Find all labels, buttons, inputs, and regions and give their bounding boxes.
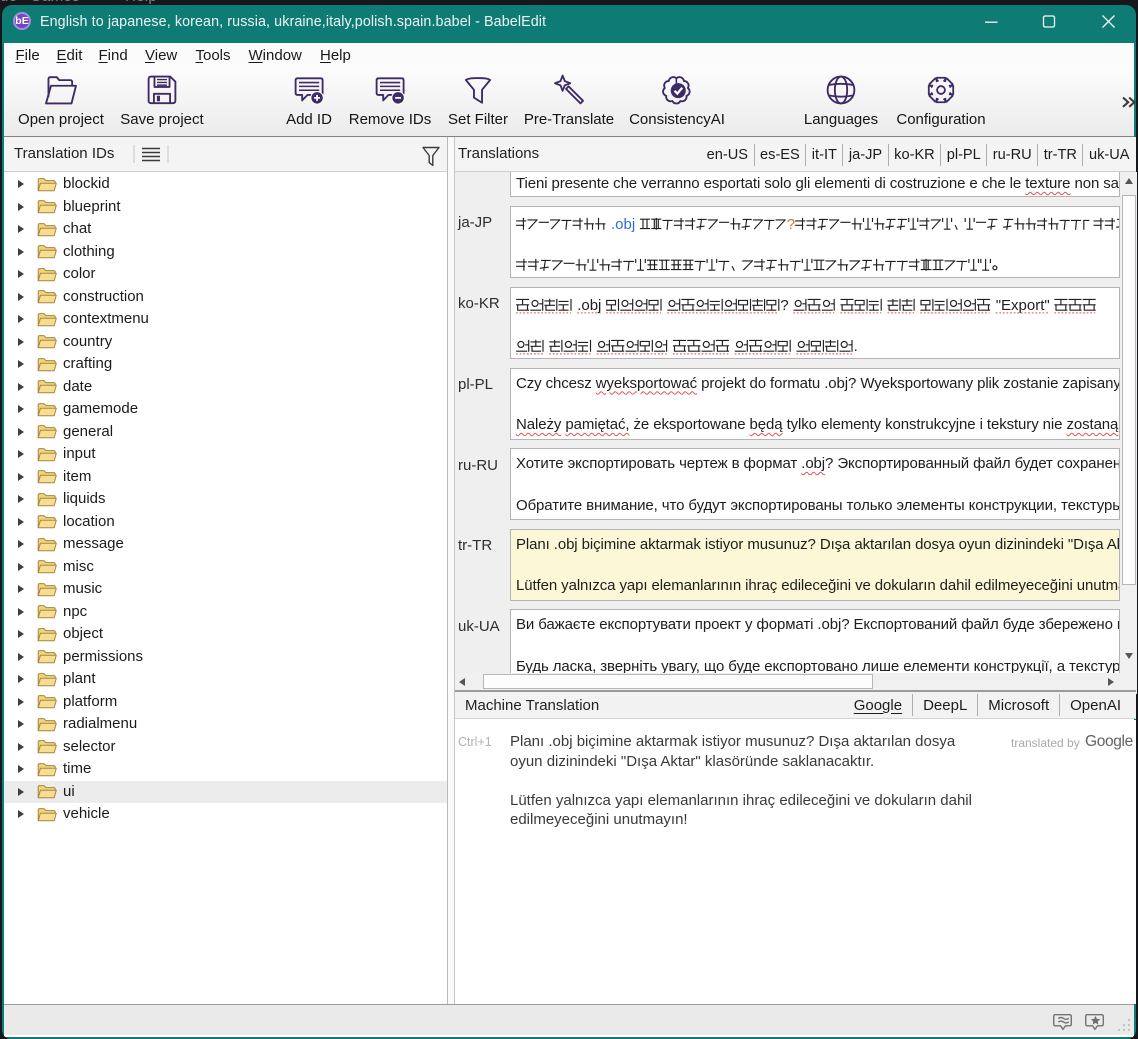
svg-text:?: ? <box>787 216 795 233</box>
svg-text:.obj: .obj <box>611 216 635 233</box>
svg-text:"Export": "Export" <box>996 297 1050 314</box>
svg-text:.: . <box>854 338 858 355</box>
svg-text:?: ? <box>780 297 788 314</box>
svg-text:.obj: .obj <box>577 297 601 314</box>
